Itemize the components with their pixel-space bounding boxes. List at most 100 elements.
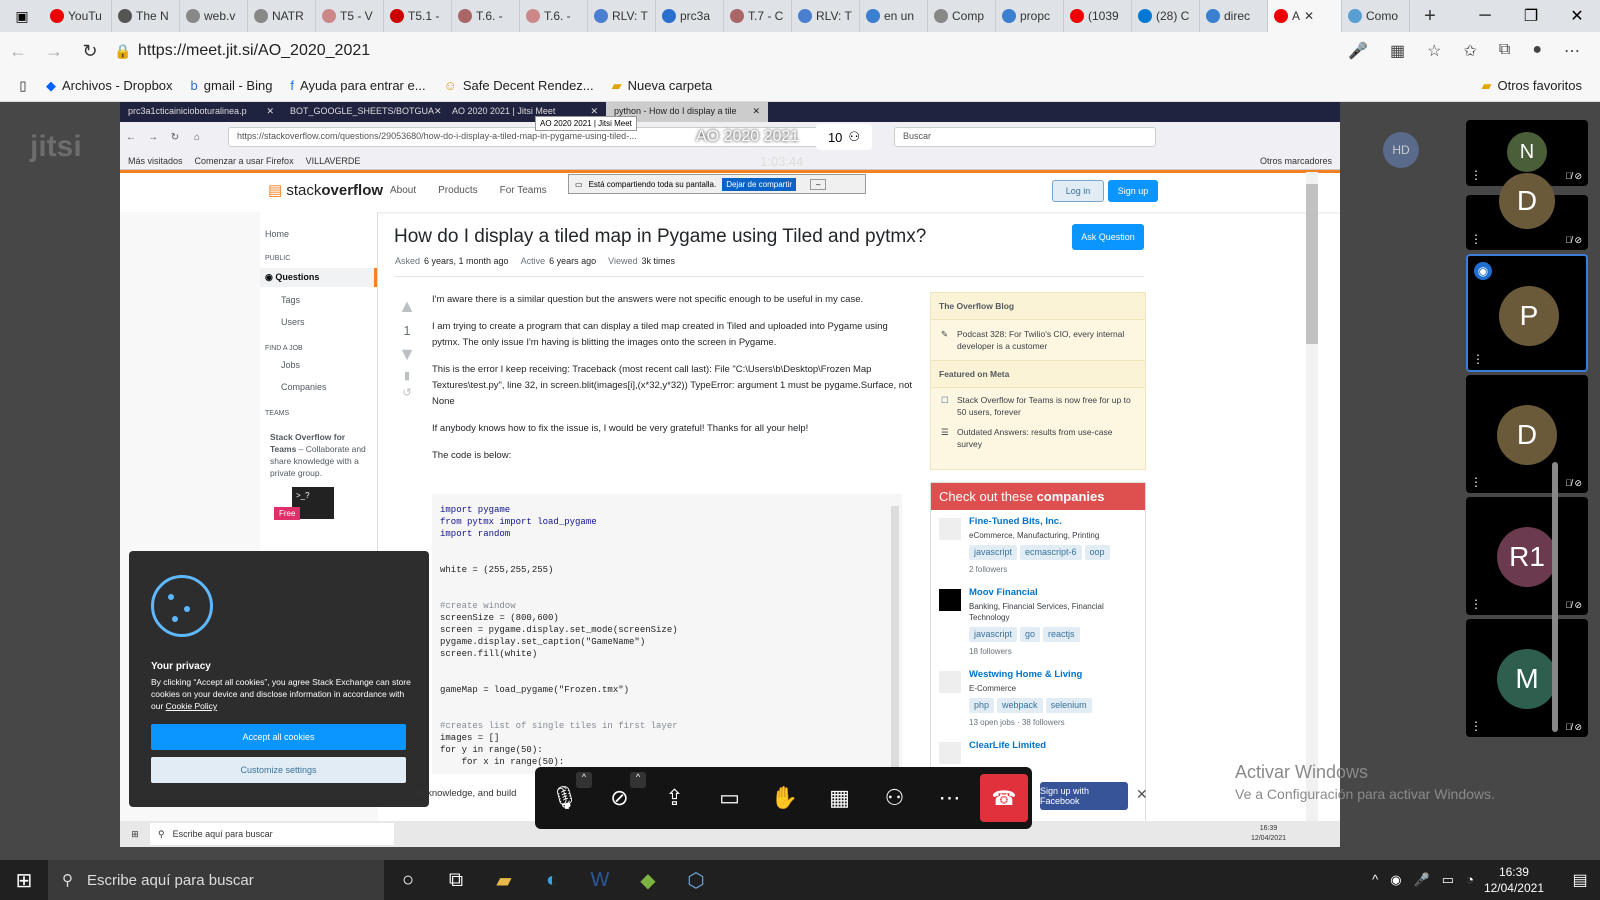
task-view-icon[interactable]: ⧉: [432, 860, 480, 900]
ff-search-field[interactable]: Buscar: [894, 127, 1156, 147]
favorite-item[interactable]: ☺ Safe Decent Rendez...: [444, 78, 594, 94]
ff-bookmark[interactable]: Más visitados: [128, 156, 183, 166]
code-scrollbar[interactable]: [891, 506, 899, 774]
new-tab-button[interactable]: +: [1410, 5, 1450, 28]
participant-menu-icon[interactable]: ⋮: [1470, 475, 1482, 489]
self-avatar[interactable]: HD: [1383, 132, 1419, 168]
ask-question-button[interactable]: Ask Question: [1072, 224, 1144, 250]
favorite-item[interactable]: ◆ Archivos - Dropbox: [46, 78, 173, 94]
file-explorer-icon[interactable]: ▰: [480, 860, 528, 900]
company-tag[interactable]: javascript: [969, 627, 1018, 642]
browser-tab[interactable]: T5.1 -: [384, 0, 452, 32]
filmstrip-scrollbar[interactable]: [1552, 462, 1558, 732]
browser-tab[interactable]: YouTu: [44, 0, 112, 32]
browser-tab[interactable]: Como: [1342, 0, 1410, 32]
virtualbox-icon[interactable]: ⬡: [672, 860, 720, 900]
company-item[interactable]: Moov Financial Banking, Financial Service…: [931, 581, 1145, 663]
sidebar-questions[interactable]: ◉ Questions: [260, 268, 377, 287]
video-settings-chevron-icon[interactable]: ^: [630, 772, 646, 788]
browser-tab[interactable]: Comp: [928, 0, 996, 32]
audio-settings-chevron-icon[interactable]: ^: [576, 772, 592, 788]
participant-tile[interactable]: R1 ⋮ 🎙̸ ⊘: [1466, 497, 1588, 615]
tile-view-button[interactable]: ▦: [812, 771, 867, 826]
refresh-button[interactable]: ↻: [72, 41, 108, 62]
company-name[interactable]: Moov Financial: [969, 587, 1137, 598]
minimize-icon[interactable]: ─: [1462, 7, 1508, 25]
browser-tab[interactable]: prc3a: [656, 0, 724, 32]
participant-count[interactable]: 10 ⚇: [816, 124, 872, 150]
chat-button[interactable]: ▭: [702, 771, 757, 826]
browser-tab[interactable]: NATR: [248, 0, 316, 32]
ff-forward-icon[interactable]: →: [142, 132, 164, 143]
signup-button[interactable]: Sign up: [1108, 180, 1158, 202]
notifications-icon[interactable]: ▤: [1560, 870, 1600, 890]
lock-icon[interactable]: 🔒: [108, 43, 138, 60]
app-icon[interactable]: ◆: [624, 860, 672, 900]
url-field[interactable]: https://meet.jit.si/AO_2020_2021: [138, 42, 1238, 60]
browser-tab[interactable]: T.6. -: [452, 0, 520, 32]
taskbar-search[interactable]: ⚲ Escribe aquí para buscar: [48, 860, 384, 900]
sidebar-companies[interactable]: Companies: [260, 370, 377, 392]
reading-icon[interactable]: ▯: [0, 78, 46, 94]
ff-refresh-icon[interactable]: ↻: [164, 132, 186, 143]
mic-icon[interactable]: 🎤: [1348, 41, 1368, 61]
page-scrollbar[interactable]: [1306, 172, 1318, 822]
so-logo[interactable]: ▤ stackoverflow: [268, 181, 383, 199]
so-nav-item[interactable]: For Teams: [500, 185, 547, 196]
company-tag[interactable]: go: [1020, 627, 1041, 642]
tray-camera-icon[interactable]: ◉: [1390, 872, 1401, 888]
company-name[interactable]: Fine-Tuned Bits, Inc.: [969, 516, 1137, 527]
browser-tab[interactable]: A ✕: [1268, 0, 1342, 32]
favorite-star-icon[interactable]: ☆: [1427, 41, 1441, 61]
company-tag[interactable]: webpack: [997, 698, 1043, 713]
ff-close-tab-icon[interactable]: ✕: [752, 106, 760, 118]
participant-tile[interactable]: D ⋮ 🎙̸ ⊘: [1466, 375, 1588, 493]
sidebar-users[interactable]: Users: [260, 305, 377, 327]
windows-start-icon[interactable]: ⊞: [0, 860, 48, 900]
participant-tile[interactable]: M ⋮ 🎙̸ ⊘: [1466, 619, 1588, 737]
participant-menu-icon[interactable]: ⋮: [1472, 352, 1484, 366]
company-item[interactable]: ClearLife Limited: [931, 734, 1145, 764]
other-favorites[interactable]: ▰ Otros favoritos: [1481, 78, 1582, 94]
back-button[interactable]: ←: [0, 41, 36, 62]
tray-mic-icon[interactable]: 🎤: [1414, 872, 1430, 888]
ff-home-icon[interactable]: ⌂: [186, 132, 208, 143]
sidebar-jobs[interactable]: Jobs: [260, 352, 377, 370]
browser-tab[interactable]: T.7 - C: [724, 0, 792, 32]
history-icon[interactable]: ↺: [396, 386, 418, 399]
browser-tab[interactable]: The N: [112, 0, 180, 32]
browser-tab[interactable]: RLV: T: [792, 0, 860, 32]
company-name[interactable]: Westwing Home & Living: [969, 669, 1137, 680]
ff-back-icon[interactable]: ←: [120, 132, 142, 143]
close-banner-icon[interactable]: ✕: [1136, 786, 1148, 803]
ff-bookmark[interactable]: VILLAVERDE: [306, 156, 361, 166]
screenshare-button[interactable]: ⇪: [647, 771, 702, 826]
hangup-button[interactable]: ☎: [980, 774, 1028, 822]
company-tag[interactable]: php: [969, 698, 995, 713]
more-actions-button[interactable]: ⋯: [922, 771, 977, 826]
login-button[interactable]: Log in: [1052, 180, 1104, 202]
participant-tile[interactable]: P ⋮ ◉: [1466, 254, 1588, 372]
so-nav-item[interactable]: Products: [438, 185, 477, 196]
favorites-icon[interactable]: ✩: [1463, 41, 1476, 61]
participant-menu-icon[interactable]: ⋮: [1470, 597, 1482, 611]
tray-display-icon[interactable]: ▭: [1442, 872, 1454, 888]
so-nav-item[interactable]: About: [390, 185, 416, 196]
browser-tab[interactable]: (28) C: [1132, 0, 1200, 32]
bookmark-icon[interactable]: ▮: [396, 369, 418, 382]
sidebar-tags[interactable]: Tags: [260, 287, 377, 305]
ff-tab[interactable]: BOT_GOOGLE_SHEETS/BOTGUA ✕: [282, 102, 444, 122]
tray-wifi-icon[interactable]: ◔: [1466, 872, 1474, 888]
favorite-item[interactable]: f Ayuda para entrar e...: [290, 78, 425, 94]
company-tag[interactable]: oop: [1084, 545, 1110, 560]
company-item[interactable]: Fine-Tuned Bits, Inc. eCommerce, Manufact…: [931, 510, 1145, 581]
facebook-signup-button[interactable]: Sign up with Facebook: [1040, 782, 1128, 810]
company-item[interactable]: Westwing Home & Living E-Commerce php webpa…: [931, 663, 1145, 734]
profile-avatar[interactable]: ●: [1532, 41, 1542, 61]
browser-tab[interactable]: direc: [1200, 0, 1268, 32]
company-tag[interactable]: selenium: [1045, 698, 1092, 713]
favorite-item[interactable]: b gmail - Bing: [191, 78, 273, 94]
close-window-icon[interactable]: ✕: [1554, 6, 1600, 26]
apps-icon[interactable]: ▦: [1390, 41, 1405, 61]
invite-button[interactable]: ⚇: [867, 771, 922, 826]
